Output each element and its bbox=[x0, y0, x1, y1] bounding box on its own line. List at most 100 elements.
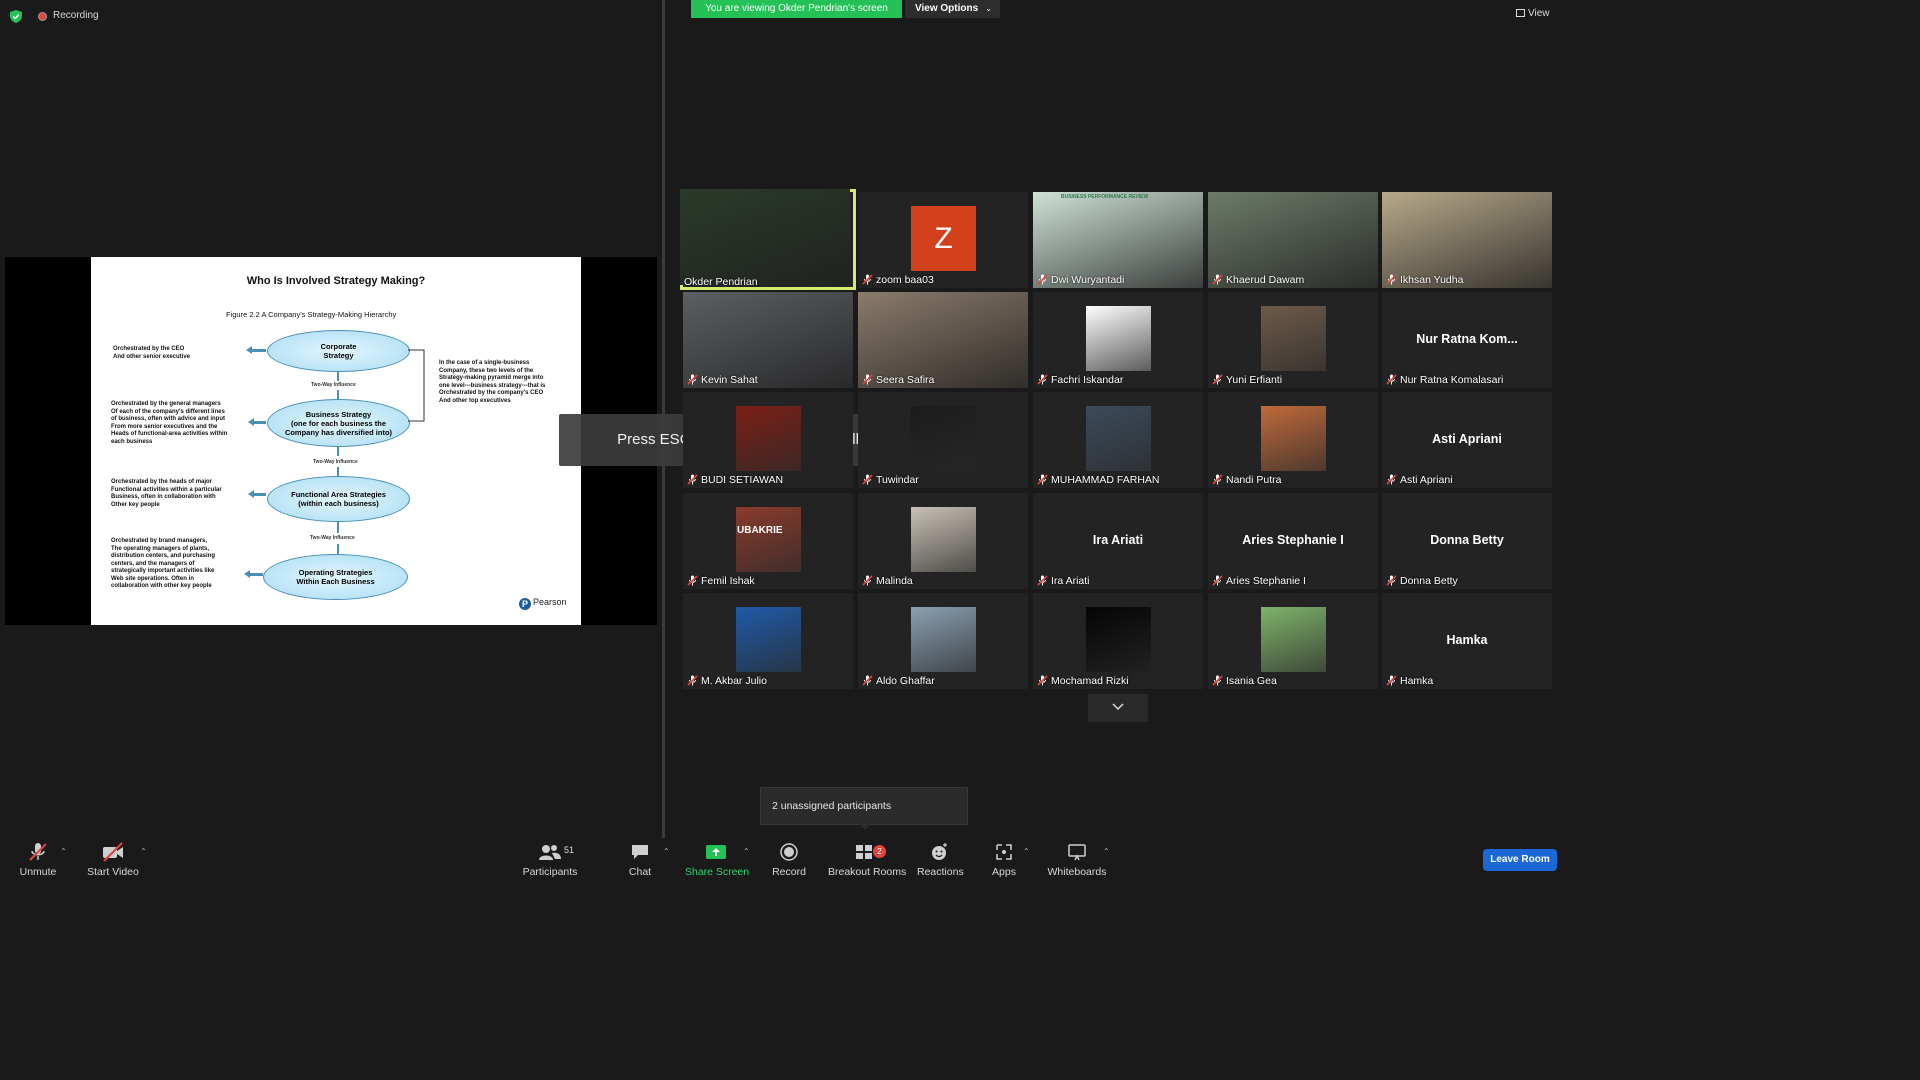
share-options-caret[interactable]: ⌃ bbox=[743, 847, 750, 856]
influence-label: Two-Way Influence bbox=[311, 382, 356, 388]
participant-name: Nur Ratna Komalasari bbox=[1400, 374, 1504, 386]
participant-tile[interactable]: Aries Stephanie I Aries Stephanie I bbox=[1208, 493, 1378, 589]
participant-tile[interactable]: Yuni Erfianti bbox=[1208, 292, 1378, 388]
view-button[interactable]: View bbox=[1516, 8, 1550, 19]
participant-tile[interactable]: Aldo Ghaffar bbox=[858, 593, 1028, 689]
chat-button[interactable]: Chat bbox=[626, 842, 654, 878]
start-video-button[interactable]: Start Video bbox=[87, 842, 139, 878]
gallery-next-page-button[interactable] bbox=[1088, 694, 1148, 722]
participant-tile[interactable]: M. Akbar Julio bbox=[683, 593, 853, 689]
participant-tile[interactable]: Fachri Iskandar bbox=[1033, 292, 1203, 388]
chat-options-caret[interactable]: ⌃ bbox=[663, 847, 670, 856]
leave-room-button[interactable]: Leave Room bbox=[1483, 849, 1557, 871]
participant-tile[interactable]: Isania Gea bbox=[1208, 593, 1378, 689]
participant-tile[interactable]: BUDI SETIAWAN bbox=[683, 392, 853, 488]
apps-options-caret[interactable]: ⌃ bbox=[1023, 847, 1030, 856]
participant-name-label: Aldo Ghaffar bbox=[862, 675, 935, 687]
unmute-label: Unmute bbox=[19, 866, 57, 878]
participant-name: Khaerud Dawam bbox=[1226, 274, 1305, 286]
microphone-muted-icon bbox=[1037, 274, 1048, 285]
participant-tile[interactable]: Nur Ratna Kom... Nur Ratna Komalasari bbox=[1382, 292, 1552, 388]
participant-tile[interactable]: Ikhsan Yudha bbox=[1382, 192, 1552, 288]
arrow-left-icon bbox=[244, 570, 263, 578]
microphone-muted-icon bbox=[687, 474, 698, 485]
record-button[interactable]: Record bbox=[772, 842, 806, 878]
participant-name: Aries Stephanie I bbox=[1226, 575, 1306, 587]
operating-strategy-node: Operating Strategies Within Each Busines… bbox=[263, 554, 408, 600]
participant-tile[interactable]: Okder Pendrian bbox=[680, 189, 856, 290]
participant-tile[interactable]: Ira Ariati Ira Ariati bbox=[1033, 493, 1203, 589]
apps-icon bbox=[996, 844, 1012, 860]
participant-name-label: Ikhsan Yudha bbox=[1386, 274, 1463, 286]
slide-title: Who Is Involved Strategy Making? bbox=[246, 275, 426, 287]
video-options-caret[interactable]: ⌃ bbox=[140, 847, 147, 856]
participant-tile[interactable]: BUSINESS PERFORMANCE REVIEW Dwi Wuryantad… bbox=[1033, 192, 1203, 288]
view-options-dropdown[interactable]: View Options ⌄ bbox=[905, 0, 1000, 18]
recording-indicator-icon bbox=[38, 12, 47, 21]
share-screen-button[interactable]: Share Screen bbox=[685, 842, 749, 878]
participant-name: Fachri Iskandar bbox=[1051, 374, 1124, 386]
corporate-note: Orchestrated by the CEO And other senior… bbox=[113, 346, 191, 360]
participant-name: Aldo Ghaffar bbox=[876, 675, 935, 687]
participant-name: Asti Apriani bbox=[1400, 474, 1453, 486]
participant-display-name: Hamka bbox=[1446, 633, 1488, 647]
apps-button[interactable]: Apps bbox=[990, 842, 1018, 878]
participant-tile[interactable]: UBAKRIE Femil Ishak bbox=[683, 493, 853, 589]
breakout-rooms-label: Breakout Rooms bbox=[828, 866, 907, 878]
participant-tile[interactable]: Kevin Sahat bbox=[683, 292, 853, 388]
participant-avatar: Z bbox=[911, 206, 976, 271]
reactions-button[interactable]: Reactions bbox=[917, 842, 964, 878]
breakout-rooms-badge: 2 bbox=[873, 845, 886, 858]
participant-tile[interactable]: Malinda bbox=[858, 493, 1028, 589]
arrow-left-icon bbox=[246, 346, 266, 354]
participant-name: Donna Betty bbox=[1400, 575, 1458, 587]
participant-avatar bbox=[1086, 406, 1151, 471]
corporate-strategy-node: Corporate Strategy bbox=[267, 330, 410, 372]
recording-label[interactable]: Recording bbox=[53, 10, 99, 21]
microphone-muted-icon bbox=[29, 843, 47, 861]
participant-name: Ikhsan Yudha bbox=[1400, 274, 1464, 286]
participant-name-label: Ira Ariati bbox=[1037, 575, 1090, 587]
functional-note: Orchestrated by the heads of major Funct… bbox=[111, 479, 222, 508]
unmute-button[interactable]: Unmute bbox=[17, 842, 59, 878]
participant-display-name: Asti Apriani bbox=[1432, 432, 1502, 446]
breakout-rooms-icon bbox=[856, 845, 872, 859]
participant-avatar bbox=[911, 507, 976, 572]
participant-tile[interactable]: Nandi Putra bbox=[1208, 392, 1378, 488]
participant-avatar bbox=[736, 507, 801, 572]
participant-tile[interactable]: Khaerud Dawam bbox=[1208, 192, 1378, 288]
camera-off-icon bbox=[103, 842, 123, 862]
breakout-rooms-button[interactable]: Breakout Rooms bbox=[828, 842, 907, 878]
participant-tile[interactable]: Donna Betty Donna Betty bbox=[1382, 493, 1552, 589]
unassigned-participants-tooltip[interactable]: 2 unassigned participants bbox=[760, 787, 968, 830]
participant-tile[interactable]: Hamka Hamka bbox=[1382, 593, 1552, 689]
participant-tile[interactable]: Tuwindar bbox=[858, 392, 1028, 488]
microphone-muted-icon bbox=[1386, 374, 1397, 385]
slide-figure-caption: Figure 2.2 A Company's Strategy-Making H… bbox=[226, 310, 397, 319]
participant-name-label: Seera Safira bbox=[862, 374, 934, 386]
whiteboards-button[interactable]: Whiteboards bbox=[1047, 842, 1107, 878]
record-label: Record bbox=[772, 866, 806, 878]
participant-tile[interactable]: Mochamad Rizki bbox=[1033, 593, 1203, 689]
functional-strategy-node: Functional Area Strategies (within each … bbox=[267, 476, 410, 522]
view-button-label: View bbox=[1528, 8, 1550, 19]
microphone-muted-icon bbox=[1037, 374, 1048, 385]
vertical-arrow-icon bbox=[337, 390, 339, 399]
participant-name-label: Kevin Sahat bbox=[687, 374, 758, 386]
video-overlay-text: UBAKRIE bbox=[737, 525, 783, 536]
participant-tile[interactable]: MUHAMMAD FARHAN bbox=[1033, 392, 1203, 488]
participant-tile[interactable]: Seera Safira bbox=[858, 292, 1028, 388]
chat-icon bbox=[632, 845, 648, 859]
participants-label: Participants bbox=[522, 866, 578, 878]
participant-tile[interactable]: Asti Apriani Asti Apriani bbox=[1382, 392, 1552, 488]
whiteboards-options-caret[interactable]: ⌃ bbox=[1103, 847, 1110, 856]
single-business-note: In the case of a single-business Company… bbox=[439, 360, 546, 404]
participant-name-label: Nandi Putra bbox=[1212, 474, 1281, 486]
audio-options-caret[interactable]: ⌃ bbox=[60, 847, 67, 856]
security-shield-icon[interactable] bbox=[10, 10, 22, 23]
operating-note: Orchestrated by brand managers, The oper… bbox=[111, 538, 216, 589]
microphone-muted-icon bbox=[1212, 474, 1223, 485]
participant-tile[interactable]: Zzoom baa03 bbox=[858, 192, 1028, 288]
microphone-muted-icon bbox=[1037, 675, 1048, 686]
participant-name-label: Yuni Erfianti bbox=[1212, 374, 1282, 386]
